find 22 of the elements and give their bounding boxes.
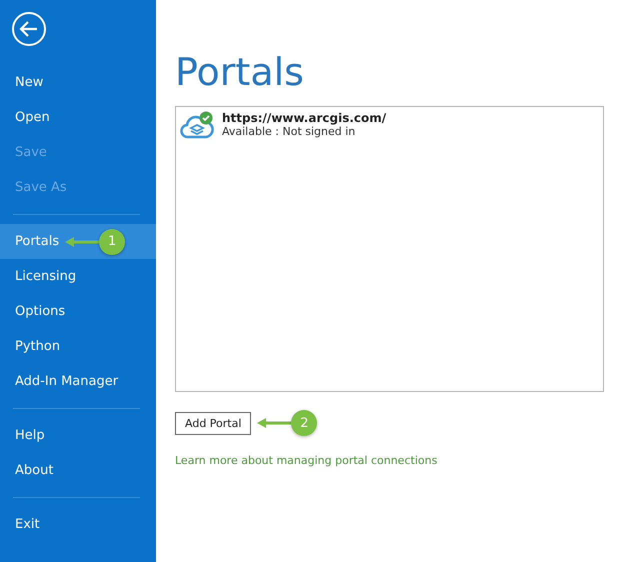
menu-item[interactable]: Open <box>0 100 156 135</box>
callout-badge: 1 <box>99 228 126 254</box>
portal-url: https://www.arcgis.com/ <box>222 111 386 125</box>
menu-item[interactable]: Python <box>0 329 156 364</box>
arrow-icon <box>257 418 292 428</box>
menu-item[interactable]: Licensing <box>0 259 156 294</box>
cloud-icon <box>180 111 214 141</box>
arrow-icon <box>65 236 100 246</box>
menu-item[interactable]: Options <box>0 294 156 329</box>
menu-item[interactable]: Help <box>0 418 156 453</box>
back-icon[interactable] <box>11 11 47 47</box>
help-link[interactable]: Learn more about managing portal connections <box>175 454 438 467</box>
menu-item[interactable]: Exit <box>0 507 156 542</box>
menu-item[interactable]: Add-In Manager <box>0 364 156 399</box>
menu-item[interactable]: Portals 1 <box>0 224 156 259</box>
callout-badge: 2 <box>291 410 318 436</box>
menu-item[interactable]: New <box>0 65 156 100</box>
page-title: Portals <box>175 50 305 94</box>
add-portal-button[interactable]: Add Portal <box>175 412 252 434</box>
menu-item[interactable]: About <box>0 453 156 488</box>
portal-status: Available : Not signed in <box>222 125 356 138</box>
menu-label: Portals <box>15 234 60 249</box>
